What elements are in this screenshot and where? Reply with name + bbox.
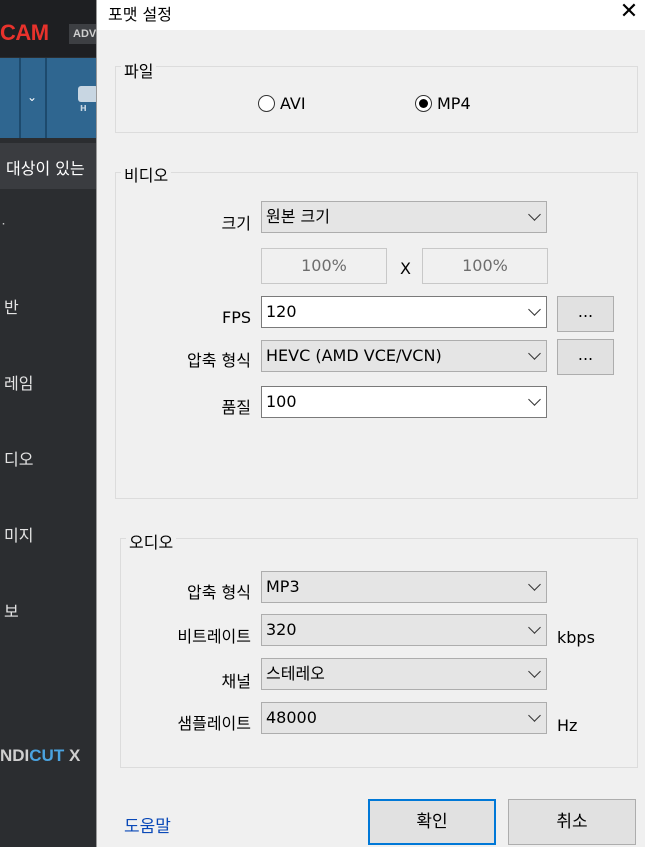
size-select-value: 원본 크기 xyxy=(266,207,330,226)
chevron-down-icon xyxy=(528,347,541,360)
size-select[interactable]: 원본 크기 xyxy=(261,201,547,233)
samplerate-unit: Hz xyxy=(557,716,578,735)
radio-avi-indicator[interactable] xyxy=(258,95,275,112)
size-label: 크기 xyxy=(221,214,251,233)
bitrate-unit: kbps xyxy=(557,628,595,647)
video-codec-select[interactable]: HEVC (AMD VCE/VCN) xyxy=(261,340,547,372)
fps-select[interactable]: 120 xyxy=(261,296,547,328)
format-settings-dialog: 포맷 설정 ✕ 파일 AVI MP4 비디오 크기 원본 크기 100% X 1… xyxy=(96,0,645,847)
ok-button[interactable]: 확인 xyxy=(368,799,496,845)
radio-avi[interactable]: AVI xyxy=(258,94,306,113)
chevron-down-icon xyxy=(528,665,541,678)
app-logo: CAM xyxy=(0,20,49,45)
sidebar-item-info[interactable]: 보 xyxy=(4,598,19,622)
bitrate-select-value: 320 xyxy=(266,620,297,639)
quality-label: 품질 xyxy=(221,398,251,417)
channel-select-value: 스테레오 xyxy=(266,664,325,683)
chevron-down-icon xyxy=(528,709,541,722)
edition-badge: ADV xyxy=(69,24,96,44)
sidebar-item-general[interactable]: 반 xyxy=(4,294,19,318)
video-codec-label: 압축 형식 xyxy=(187,351,251,370)
file-group-label: 파일 xyxy=(121,58,157,82)
audio-group-label: 오디오 xyxy=(126,529,177,553)
radio-mp4-label: MP4 xyxy=(437,94,471,113)
quality-select-value: 100 xyxy=(266,392,297,411)
video-codec-select-value: HEVC (AMD VCE/VCN) xyxy=(266,346,442,365)
close-icon[interactable]: ✕ xyxy=(612,0,645,30)
fps-select-value: 120 xyxy=(266,302,297,321)
width-input: 100% xyxy=(261,248,387,284)
background-app-window: CAM ADV ⌄ H 대상이 있는 ˙ 반 레임 디오 미지 보 NDICUT… xyxy=(0,0,96,847)
bandicut-logo-b: CUT xyxy=(29,746,65,765)
audio-codec-label: 압축 형식 xyxy=(187,583,251,602)
audio-codec-select[interactable]: MP3 xyxy=(261,571,547,603)
chevron-down-icon xyxy=(528,208,541,221)
bandicut-logo[interactable]: NDICUT X xyxy=(0,746,80,766)
bitrate-select[interactable]: 320 xyxy=(261,614,547,646)
hd-icon[interactable] xyxy=(78,86,96,102)
bitrate-label: 비트레이트 xyxy=(177,627,251,646)
radio-mp4-indicator[interactable] xyxy=(415,95,432,112)
bandicut-logo-a: NDI xyxy=(0,746,30,765)
bandicut-logo-tail: X xyxy=(68,746,81,765)
dialog-title-bar: 포맷 설정 ✕ xyxy=(97,0,645,30)
radio-mp4[interactable]: MP4 xyxy=(415,94,471,113)
chevron-down-icon[interactable]: ⌄ xyxy=(27,90,37,104)
dialog-title: 포맷 설정 xyxy=(108,5,172,24)
channel-label: 채널 xyxy=(221,672,251,691)
samplerate-label: 샘플레이트 xyxy=(177,714,251,733)
chevron-down-icon xyxy=(528,578,541,591)
menu-divider: ˙ xyxy=(0,222,7,238)
samplerate-select-value: 48000 xyxy=(266,708,317,727)
sidebar-item-image[interactable]: 미지 xyxy=(4,522,33,546)
hd-icon-label: H xyxy=(80,104,87,113)
sidebar-item-frame[interactable]: 레임 xyxy=(4,370,33,394)
channel-select[interactable]: 스테레오 xyxy=(261,658,547,690)
chevron-down-icon xyxy=(528,303,541,316)
help-link[interactable]: 도움말 xyxy=(124,812,171,837)
chevron-down-icon xyxy=(528,621,541,634)
target-mode-text: 대상이 있는 xyxy=(6,159,85,178)
fps-more-button[interactable]: ... xyxy=(557,296,614,332)
chevron-down-icon xyxy=(528,393,541,406)
file-group xyxy=(115,66,638,133)
quality-select[interactable]: 100 xyxy=(261,386,547,418)
cancel-button[interactable]: 취소 xyxy=(508,799,636,845)
samplerate-select[interactable]: 48000 xyxy=(261,702,547,734)
size-x-label: X xyxy=(400,259,411,278)
radio-avi-label: AVI xyxy=(280,94,306,113)
audio-codec-select-value: MP3 xyxy=(266,577,300,596)
sidebar-item-video[interactable]: 디오 xyxy=(4,446,33,470)
height-input: 100% xyxy=(422,248,548,284)
fps-label: FPS xyxy=(221,308,251,327)
codec-more-button[interactable]: ... xyxy=(557,339,614,375)
video-group-label: 비디오 xyxy=(121,162,172,186)
